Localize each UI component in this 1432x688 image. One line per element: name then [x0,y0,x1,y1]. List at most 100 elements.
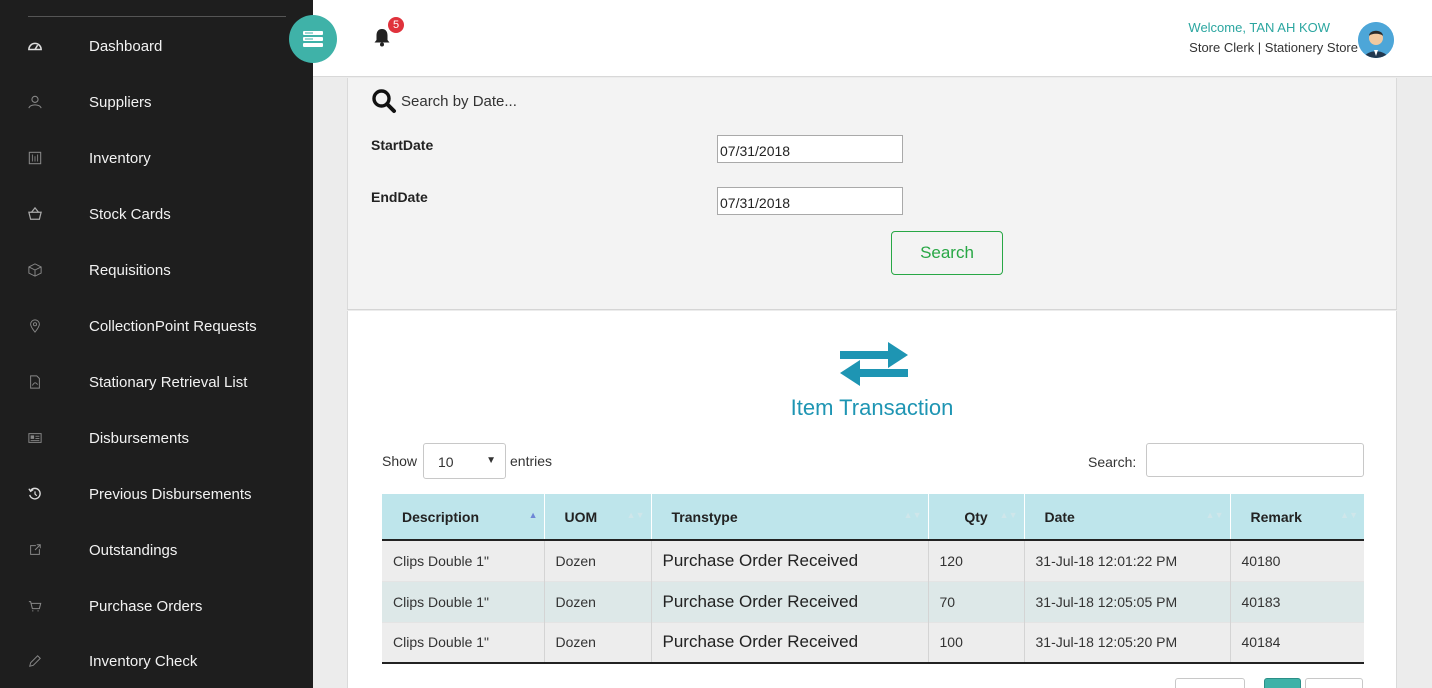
end-date-label: EndDate [371,189,428,205]
cell-transtype: Purchase Order Received [650,580,928,622]
sort-icon: ▲▼ [1340,510,1358,520]
table-row: Clips Double 1" Dozen Purchase Order Rec… [382,621,1364,664]
user-icon [27,94,43,110]
start-date-label: StartDate [371,137,434,153]
pagination-page-button[interactable] [1264,678,1301,688]
table-row: Clips Double 1" Dozen Purchase Order Rec… [382,539,1364,581]
cell-uom: Dozen [543,621,651,664]
sidebar-item-label: Dashboard [89,37,163,55]
external-link-icon [27,542,43,558]
search-button[interactable]: Search [891,231,1003,275]
welcome-text[interactable]: Welcome, TAN AH KOW [1188,20,1330,35]
sidebar-item-inventory[interactable]: Inventory [0,130,313,186]
sidebar-item-disbursements[interactable]: Disbursements [0,410,313,466]
sidebar-item-label: Stationary Retrieval List [89,373,248,391]
date-search-panel: Search by Date... StartDate EndDate Sear… [347,78,1397,310]
column-header-label: Description [402,508,480,525]
sidebar-item-suppliers[interactable]: Suppliers [0,74,313,130]
sidebar-item-label: Disbursements [89,429,190,447]
show-label: Show [382,453,418,469]
column-header-date[interactable]: Date ▲▼ [1023,494,1230,541]
sidebar-item-outstandings[interactable]: Outstandings [0,522,313,578]
search-icon [372,89,396,113]
column-header-qty[interactable]: Qty ▲▼ [927,494,1024,541]
end-date-input[interactable] [717,187,903,215]
menu-icon [303,31,323,47]
notification-badge: 5 [388,17,404,33]
cell-remark: 40180 [1229,539,1364,581]
column-header-label: Remark [1250,508,1302,525]
sidebar-item-label: Purchase Orders [89,597,203,615]
page-length-value: 10 [438,454,454,470]
cell-qty: 70 [927,580,1024,622]
sidebar-item-collectionpoint-requests[interactable]: CollectionPoint Requests [0,298,313,354]
table-search-input[interactable] [1146,443,1364,477]
pencil-icon [27,653,43,669]
cell-qty: 120 [927,539,1024,581]
section-title: Item Transaction [790,395,954,420]
table-row: Clips Double 1" Dozen Purchase Order Rec… [382,580,1364,622]
sidebar-item-previous-disbursements[interactable]: Previous Disbursements [0,466,313,522]
cell-remark: 40183 [1229,580,1364,622]
sidebar-item-label: Inventory Check [89,652,198,670]
sidebar: Dashboard Suppliers Inventory Stock Card… [0,0,313,688]
sidebar-item-label: Suppliers [89,93,152,111]
sort-icon: ▲▼ [903,510,922,520]
column-header-transtype[interactable]: Transtype ▲▼ [650,494,928,541]
sidebar-item-label: Stock Cards [89,205,171,223]
cell-date: 31-Jul-18 12:05:20 PM [1023,621,1230,664]
exchange-arrows-icon [840,342,908,386]
column-header-description[interactable]: Description ▲ [382,494,544,541]
sidebar-item-label: Previous Disbursements [89,485,252,503]
sidebar-toggle-button[interactable] [289,15,337,63]
cart-icon [27,598,43,614]
cell-description: Clips Double 1" [382,539,544,581]
column-header-label: Qty [964,508,988,525]
cell-qty: 100 [927,621,1024,664]
sidebar-item-requisitions[interactable]: Requisitions [0,242,313,298]
cell-date: 31-Jul-18 12:01:22 PM [1023,539,1230,581]
sidebar-item-stock-cards[interactable]: Stock Cards [0,186,313,242]
column-header-label: Transtype [671,508,738,525]
table-search-label: Search: [1088,454,1137,470]
cell-remark: 40184 [1229,621,1364,664]
sidebar-item-label: Requisitions [89,261,171,279]
pagination-previous-button[interactable] [1175,678,1245,688]
entries-label: entries [510,453,553,469]
dashboard-icon [27,38,43,54]
location-pin-icon [27,318,43,334]
inventory-icon [27,150,43,166]
column-header-label: UOM [564,508,598,525]
pdf-file-icon [27,374,43,390]
page-length-select[interactable]: 10 ▼ [423,443,506,479]
sidebar-item-label: Inventory [89,149,151,167]
sidebar-item-dashboard[interactable]: Dashboard [0,18,313,74]
transaction-table: Description ▲ UOM ▲▼ Transtype ▲▼ Qty ▲▼ Dat… [382,494,1364,664]
start-date-input[interactable] [717,135,903,163]
sidebar-item-inventory-check[interactable]: Inventory Check [0,633,313,688]
column-header-uom[interactable]: UOM ▲▼ [543,494,651,541]
sort-asc-icon: ▲ [528,510,538,520]
box-icon [27,262,43,278]
sidebar-item-stationary-retrieval-list[interactable]: Stationary Retrieval List [0,354,313,410]
history-icon [27,486,43,502]
cell-description: Clips Double 1" [382,580,544,622]
search-heading: Search by Date... [371,88,517,114]
avatar[interactable] [1358,22,1394,58]
cell-uom: Dozen [543,539,651,581]
pagination-next-button[interactable] [1305,678,1363,688]
sort-icon: ▲▼ [999,510,1018,520]
basket-icon [27,206,43,222]
user-role: Store Clerk | Stationery Store [1189,40,1358,55]
cell-description: Clips Double 1" [382,621,544,664]
sidebar-item-label: Outstandings [89,541,178,559]
sort-icon: ▲▼ [1205,510,1224,520]
top-bar: 5 Welcome, TAN AH KOW Store Clerk | Stat… [313,0,1432,77]
sidebar-item-purchase-orders[interactable]: Purchase Orders [0,578,313,634]
cell-uom: Dozen [543,580,651,622]
cell-transtype: Purchase Order Received [650,539,928,581]
column-header-label: Date [1044,508,1075,525]
column-header-remark[interactable]: Remark ▲▼ [1229,494,1364,541]
sidebar-divider [28,16,286,17]
sort-icon: ▲▼ [626,510,645,520]
